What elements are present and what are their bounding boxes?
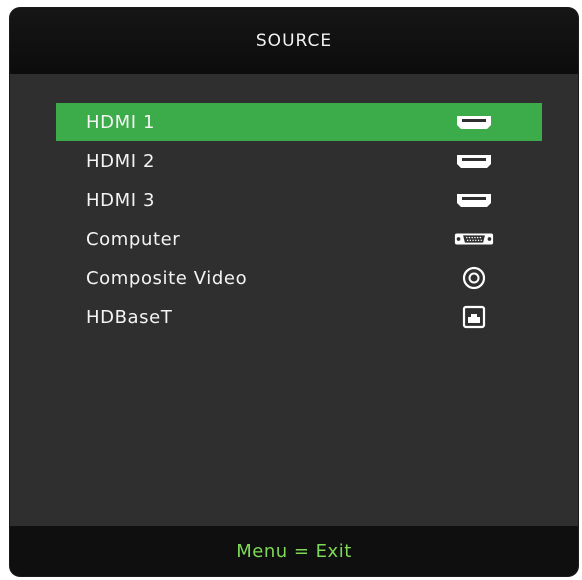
source-item-hdmi-2[interactable]: HDMI 2 bbox=[56, 142, 542, 180]
menu-footer: Menu = Exit bbox=[10, 526, 578, 576]
source-item-hdmi-3[interactable]: HDMI 3 bbox=[56, 181, 542, 219]
hdmi-port-icon bbox=[454, 146, 494, 176]
menu-title: SOURCE bbox=[255, 31, 333, 51]
menu-header: SOURCE bbox=[10, 8, 578, 74]
hdmi-port-icon bbox=[454, 185, 494, 215]
source-item-label: HDMI 2 bbox=[86, 150, 156, 172]
rca-port-icon bbox=[454, 263, 494, 293]
source-item-hdbaset[interactable]: HDBaseT bbox=[56, 298, 542, 336]
hdmi-port-icon bbox=[454, 107, 494, 137]
exit-hint: Menu = Exit bbox=[236, 540, 352, 562]
source-item-label: HDMI 1 bbox=[86, 111, 156, 133]
source-item-computer[interactable]: Computer bbox=[56, 220, 542, 258]
source-item-composite-video[interactable]: Composite Video bbox=[56, 259, 542, 297]
source-item-hdmi-1[interactable]: HDMI 1 bbox=[56, 103, 542, 141]
rj45-port-icon bbox=[454, 302, 494, 332]
source-item-label: HDBaseT bbox=[86, 306, 173, 328]
source-item-label: Composite Video bbox=[86, 267, 248, 289]
vga-port-icon bbox=[454, 224, 494, 254]
source-item-label: Computer bbox=[86, 228, 181, 250]
source-menu-panel: SOURCE HDMI 1 HDMI 2 HDMI 3 Computer Com… bbox=[10, 8, 578, 576]
source-item-label: HDMI 3 bbox=[86, 189, 156, 211]
source-list: HDMI 1 HDMI 2 HDMI 3 Computer Composite … bbox=[56, 103, 542, 337]
